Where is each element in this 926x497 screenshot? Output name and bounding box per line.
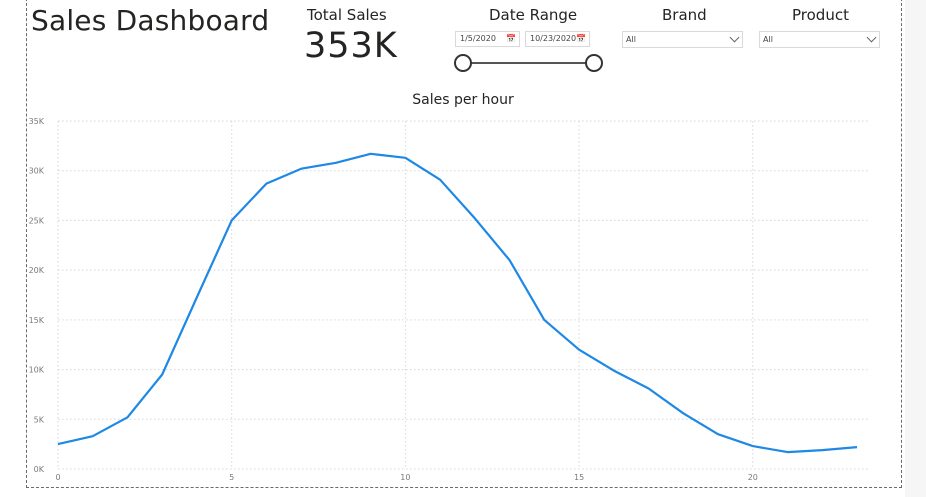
y-tick-label: 15K bbox=[29, 316, 45, 325]
y-tick-label: 20K bbox=[29, 266, 45, 275]
x-tick-label: 0 bbox=[55, 473, 60, 482]
sales-line bbox=[57, 152, 858, 454]
y-tick-label: 25K bbox=[29, 216, 45, 225]
sales-per-hour-chart: 0K 5K 10K 15K 20K 25K 30K 35K 0 5 10 15 20 bbox=[29, 117, 868, 482]
y-tick-label: 30K bbox=[29, 167, 45, 176]
y-tick-label: 35K bbox=[29, 117, 45, 126]
x-tick-label: 15 bbox=[574, 473, 584, 482]
x-tick-label: 20 bbox=[748, 473, 758, 482]
y-tick-label: 5K bbox=[34, 415, 45, 424]
y-tick-label: 0K bbox=[34, 465, 45, 474]
y-tick-label: 10K bbox=[29, 366, 45, 375]
x-tick-label: 5 bbox=[229, 473, 234, 482]
x-tick-label: 10 bbox=[400, 473, 410, 482]
